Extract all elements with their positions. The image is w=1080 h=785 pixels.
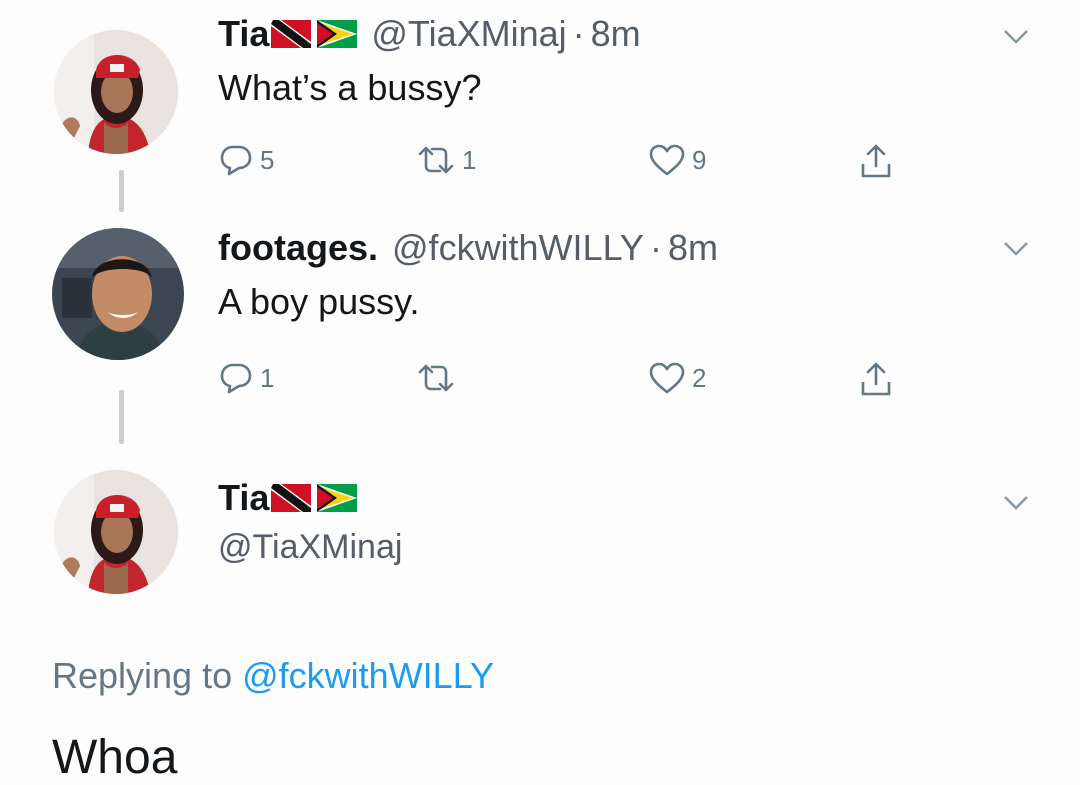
retweet-icon	[418, 146, 454, 174]
tweet-header: footages. @fckwithWILLY · 8m	[218, 226, 718, 270]
retweet-button[interactable]: 1	[416, 142, 476, 178]
reply-icon	[220, 145, 252, 176]
reply-count: 1	[260, 362, 275, 393]
reply-count: 5	[260, 144, 275, 175]
handle[interactable]: @TiaXMinaj	[371, 12, 566, 56]
flag-emojis	[271, 20, 358, 48]
guyana-flag-icon	[317, 20, 358, 48]
tweet-thread: Tia @TiaXMinaj · 8m What’s a bussy? 5 1 …	[0, 0, 1080, 785]
heart-icon	[649, 144, 685, 176]
heart-icon	[649, 362, 685, 394]
tweet-header: Tia @TiaXMinaj · 8m	[218, 12, 641, 56]
share-icon	[861, 362, 891, 396]
tweet-text: Whoa	[52, 731, 178, 784]
flag-emojis	[271, 484, 358, 512]
trinidad-flag-icon	[271, 20, 312, 48]
timestamp[interactable]: 8m	[591, 12, 641, 56]
avatar-tia[interactable]	[54, 30, 178, 154]
reply-header: Tia	[218, 476, 371, 520]
tweet-actions: 1 2	[218, 360, 898, 404]
separator-dot: ·	[649, 227, 662, 268]
display-name[interactable]: Tia	[218, 12, 269, 56]
thread-connector	[119, 170, 124, 212]
timestamp[interactable]: 8m	[668, 226, 718, 270]
mention-link[interactable]: @fckwithWILLY	[242, 655, 494, 696]
avatar-footages[interactable]	[52, 228, 184, 360]
like-button[interactable]: 9	[648, 142, 706, 178]
reply-button[interactable]: 5	[218, 142, 274, 178]
tweet-text: A boy pussy.	[218, 281, 420, 322]
trinidad-flag-icon	[271, 484, 312, 512]
replying-to: Replying to @fckwithWILLY	[52, 655, 494, 697]
avatar-tia[interactable]	[54, 470, 178, 594]
share-icon	[861, 144, 891, 178]
handle[interactable]: @TiaXMinaj	[218, 528, 402, 567]
tweet-text: What’s a bussy?	[218, 67, 482, 108]
chevron-down-icon[interactable]	[1002, 494, 1030, 512]
chevron-down-icon[interactable]	[1002, 28, 1030, 46]
handle[interactable]: @fckwithWILLY	[392, 226, 644, 270]
thread-connector	[119, 390, 124, 444]
retweet-button[interactable]	[416, 360, 462, 396]
like-button[interactable]: 2	[648, 360, 706, 396]
retweet-icon	[418, 364, 454, 392]
like-count: 2	[692, 362, 707, 393]
like-count: 9	[692, 144, 707, 175]
replying-label: Replying to	[52, 655, 233, 696]
separator-dot: ·	[572, 13, 585, 54]
retweet-count: 1	[462, 144, 477, 175]
reply-icon	[220, 363, 252, 394]
chevron-down-icon[interactable]	[1002, 240, 1030, 258]
share-button[interactable]	[858, 142, 894, 180]
tweet-actions: 5 1 9	[218, 142, 898, 186]
display-name[interactable]: footages.	[218, 226, 378, 270]
display-name[interactable]: Tia	[218, 476, 269, 520]
guyana-flag-icon	[317, 484, 358, 512]
reply-button[interactable]: 1	[218, 360, 274, 396]
share-button[interactable]	[858, 360, 894, 398]
